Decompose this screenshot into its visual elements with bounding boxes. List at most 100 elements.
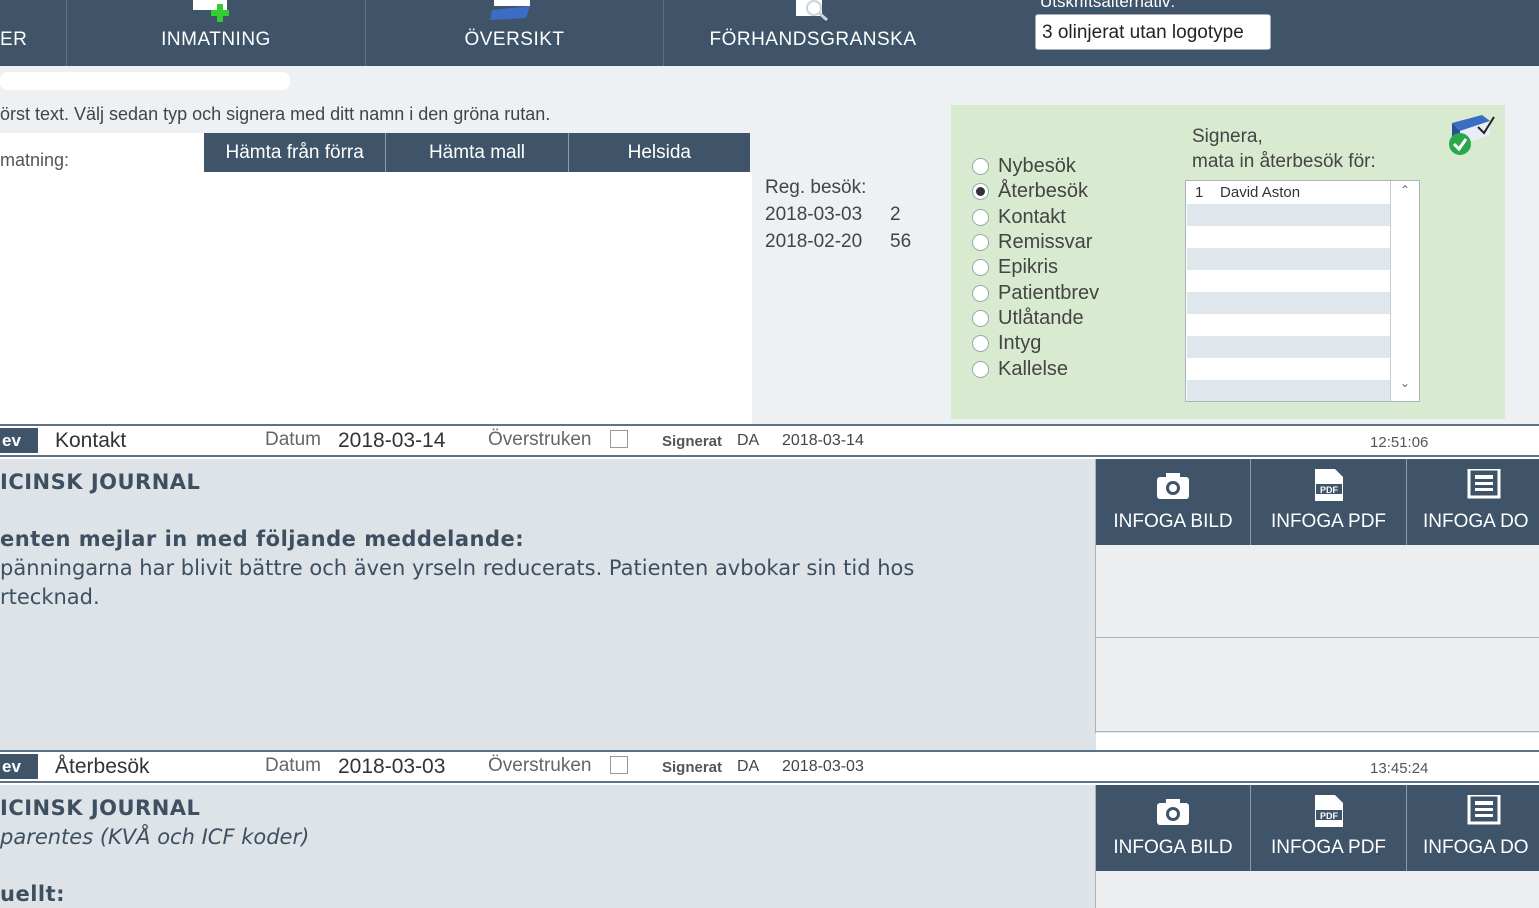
journal-entry-header: ev Kontakt Datum 2018-03-14 Överstruken …	[0, 424, 1539, 457]
radio-button[interactable]	[972, 259, 989, 276]
radio-button[interactable]	[972, 234, 989, 251]
signer-list-item[interactable]	[1187, 314, 1390, 336]
radio-patientbrev[interactable]: Patientbrev	[972, 282, 1099, 305]
signer-list-item[interactable]	[1187, 248, 1390, 270]
radio-utlatande[interactable]: Utlåtande	[972, 307, 1084, 330]
signer-list-item[interactable]	[1187, 292, 1390, 314]
signerat-label: Signerat	[662, 759, 723, 776]
signer-name: David Aston	[1220, 184, 1301, 201]
radio-button[interactable]	[972, 209, 989, 226]
insert-image-button[interactable]: INFOGA BILD	[1096, 785, 1251, 871]
nav-button-inmatning[interactable]: INMATNING	[67, 0, 365, 66]
entry-time: 12:51:06	[1370, 434, 1429, 451]
journal-entry-body[interactable]: ICINSK JOURNAL enten mejlar in med följa…	[0, 459, 1096, 750]
overstruken-label: Överstruken	[488, 429, 592, 450]
sign-book-check-icon[interactable]	[1444, 111, 1496, 159]
journal-italic-line: parentes (KVÅ och ICF koder)	[0, 825, 310, 849]
camera-icon	[1157, 473, 1189, 499]
journal-subheading: enten mejlar in med följande meddelande:	[0, 527, 525, 551]
insert-document-button[interactable]: INFOGA DO	[1407, 785, 1539, 871]
radio-button[interactable]	[972, 310, 989, 327]
radio-label: Patientbrev	[998, 282, 1100, 304]
radio-label: Intyg	[998, 332, 1042, 354]
print-options-label: Utskriftsalternativ:	[1040, 0, 1176, 11]
sign-title-line: mata in återbesök för:	[1192, 151, 1376, 172]
journal-entry-body[interactable]: ICINSK JOURNAL parentes (KVÅ och ICF kod…	[0, 785, 1096, 908]
reg-visit-count: 2	[890, 204, 901, 225]
radio-epikris[interactable]: Epikris	[972, 256, 1058, 279]
chevron-down-icon[interactable]: ⌄	[1391, 376, 1419, 398]
signer-list-item[interactable]	[1187, 226, 1390, 248]
signer-number: 1	[1195, 184, 1204, 201]
nav-oversikt-label: ÖVERSIKT	[464, 29, 565, 50]
reg-visit-count: 56	[890, 231, 912, 252]
inmatning-label: matning:	[0, 150, 70, 170]
signer-list-item[interactable]	[1187, 204, 1390, 226]
overstruken-label: Överstruken	[488, 755, 592, 776]
insert-pdf-label: INFOGA PDF	[1270, 511, 1387, 532]
nav-button-partial[interactable]: ER	[0, 0, 66, 66]
radio-button[interactable]	[972, 158, 989, 175]
overstruken-checkbox[interactable]	[610, 430, 628, 448]
radio-label: Återbesök	[998, 180, 1089, 202]
reg-visit-date: 2018-02-20	[765, 231, 863, 252]
print-options-select[interactable]: 3 olinjerat utan logotype	[1035, 14, 1271, 50]
radio-label: Kontakt	[998, 206, 1066, 228]
insert-document-button[interactable]: INFOGA DO	[1407, 459, 1539, 545]
signer-list-item[interactable]	[1187, 358, 1390, 380]
entry-tag[interactable]: ev	[0, 754, 38, 779]
journal-subheading: uellt:	[0, 882, 66, 906]
attachment-slot[interactable]	[1096, 638, 1539, 732]
insert-pdf-button[interactable]: PDF INFOGA PDF	[1251, 459, 1407, 545]
redacted-signer-name	[975, 434, 1255, 448]
fetch-previous-button[interactable]: Hämta från förra	[204, 133, 387, 172]
signer-list-item[interactable]	[1187, 380, 1390, 401]
signer-list-scrollbar[interactable]: ⌃ ⌄	[1390, 181, 1419, 401]
sign-title: Signera, mata in återbesök för:	[1192, 124, 1376, 174]
instruction-text: örst text. Välj sedan typ och signera me…	[0, 104, 551, 124]
journal-text-line: rtecknad.	[0, 585, 100, 609]
nav-forhandsgranska-label: FÖRHANDSGRANSKA	[709, 29, 917, 50]
radio-button[interactable]	[972, 285, 989, 302]
insert-pdf-button[interactable]: PDF INFOGA PDF	[1251, 785, 1407, 871]
journal-text-input[interactable]	[0, 172, 752, 424]
radio-label: Nybesök	[998, 155, 1076, 177]
document-icon	[1467, 795, 1501, 825]
radio-label: Remissvar	[998, 231, 1093, 253]
radio-button-selected[interactable]	[972, 183, 989, 200]
radio-kallelse[interactable]: Kallelse	[972, 358, 1068, 381]
radio-nybesok[interactable]: Nybesök	[972, 155, 1076, 178]
radio-remissvar[interactable]: Remissvar	[972, 231, 1092, 254]
radio-button[interactable]	[972, 361, 989, 378]
pdf-icon: PDF	[1315, 795, 1343, 827]
attachment-slot[interactable]	[1096, 545, 1539, 638]
entry-tag[interactable]: ev	[0, 428, 38, 453]
signer-initials: DA	[737, 758, 760, 775]
fetch-template-button[interactable]: Hämta mall	[386, 133, 569, 172]
signer-list-item[interactable]	[1187, 336, 1390, 358]
radio-kontakt[interactable]: Kontakt	[972, 206, 1066, 229]
pdf-icon: PDF	[1315, 469, 1343, 501]
signer-list-item[interactable]: 1 David Aston	[1187, 182, 1390, 204]
reg-visit-date: 2018-03-03	[765, 204, 863, 225]
full-page-button[interactable]: Helsida	[569, 133, 750, 172]
insert-image-button[interactable]: INFOGA BILD	[1096, 459, 1251, 545]
preview-magnifier-icon	[796, 0, 828, 22]
signer-initials: DA	[737, 432, 760, 449]
attachment-slot[interactable]	[1096, 871, 1539, 908]
nav-button-oversikt[interactable]: ÖVERSIKT	[366, 0, 663, 66]
sign-title-line: Signera,	[1192, 126, 1263, 147]
signer-list-item[interactable]	[1187, 270, 1390, 292]
radio-intyg[interactable]: Intyg	[972, 332, 1041, 355]
signer-list[interactable]: 1 David Aston	[1185, 180, 1420, 402]
entry-date: 2018-03-03	[338, 755, 446, 778]
chevron-up-icon[interactable]: ⌃	[1391, 183, 1419, 205]
top-navigation-bar: ER INMATNING ÖVERSIKT FÖRHANDSGRANSKA Ut…	[0, 0, 1539, 66]
reg-visits-title: Reg. besök:	[765, 177, 867, 198]
nav-button-forhandsgranska[interactable]: FÖRHANDSGRANSKA	[664, 0, 962, 66]
attachment-toolbar: INFOGA BILD PDF INFOGA PDF INFOGA DO	[1096, 459, 1539, 545]
radio-button[interactable]	[972, 335, 989, 352]
entry-time: 13:45:24	[1370, 760, 1429, 777]
overstruken-checkbox[interactable]	[610, 756, 628, 774]
radio-aterbesok[interactable]: Återbesök	[972, 180, 1088, 203]
